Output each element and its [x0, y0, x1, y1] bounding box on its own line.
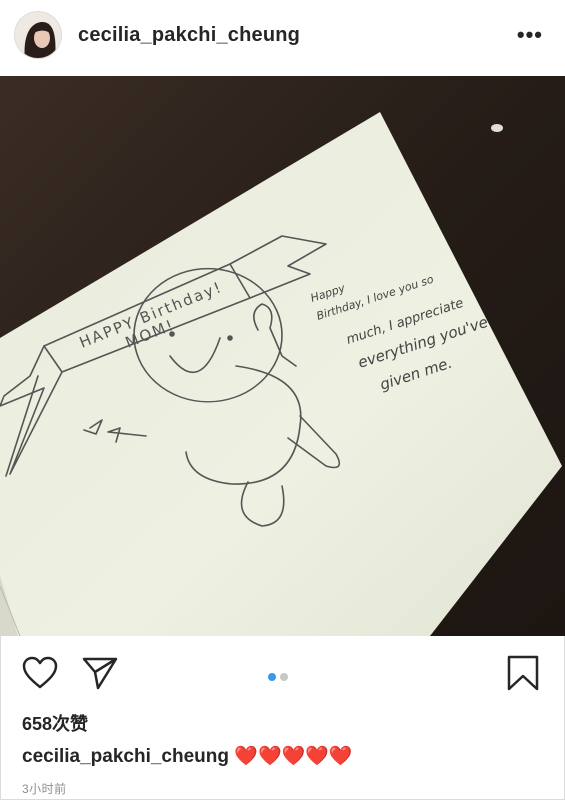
post-timestamp: 3小时前	[22, 782, 67, 796]
post-username[interactable]: cecilia_pakchi_cheung	[78, 24, 300, 47]
bookmark-icon[interactable]	[506, 654, 540, 697]
likes-count[interactable]: 658次赞	[22, 710, 88, 736]
caption-username[interactable]: cecilia_pakchi_cheung	[22, 746, 229, 767]
more-icon[interactable]: •••	[517, 24, 543, 46]
caption: cecilia_pakchi_cheung ❤️❤️❤️❤️❤️	[22, 744, 353, 768]
post-photo[interactable]: HAPPY Birthday! MOM! Happy Birthday, I l…	[0, 76, 565, 636]
carousel-indicator	[268, 668, 292, 681]
photo-image: HAPPY Birthday! MOM! Happy Birthday, I l…	[0, 76, 565, 636]
caption-text: ❤️❤️❤️❤️❤️	[234, 746, 353, 767]
heart-icon[interactable]	[22, 656, 58, 695]
carousel-dot-active[interactable]	[268, 673, 276, 681]
post-header: cecilia_pakchi_cheung •••	[0, 0, 565, 76]
avatar[interactable]	[14, 11, 62, 59]
carousel-dot[interactable]	[280, 673, 288, 681]
send-icon[interactable]	[82, 656, 118, 695]
